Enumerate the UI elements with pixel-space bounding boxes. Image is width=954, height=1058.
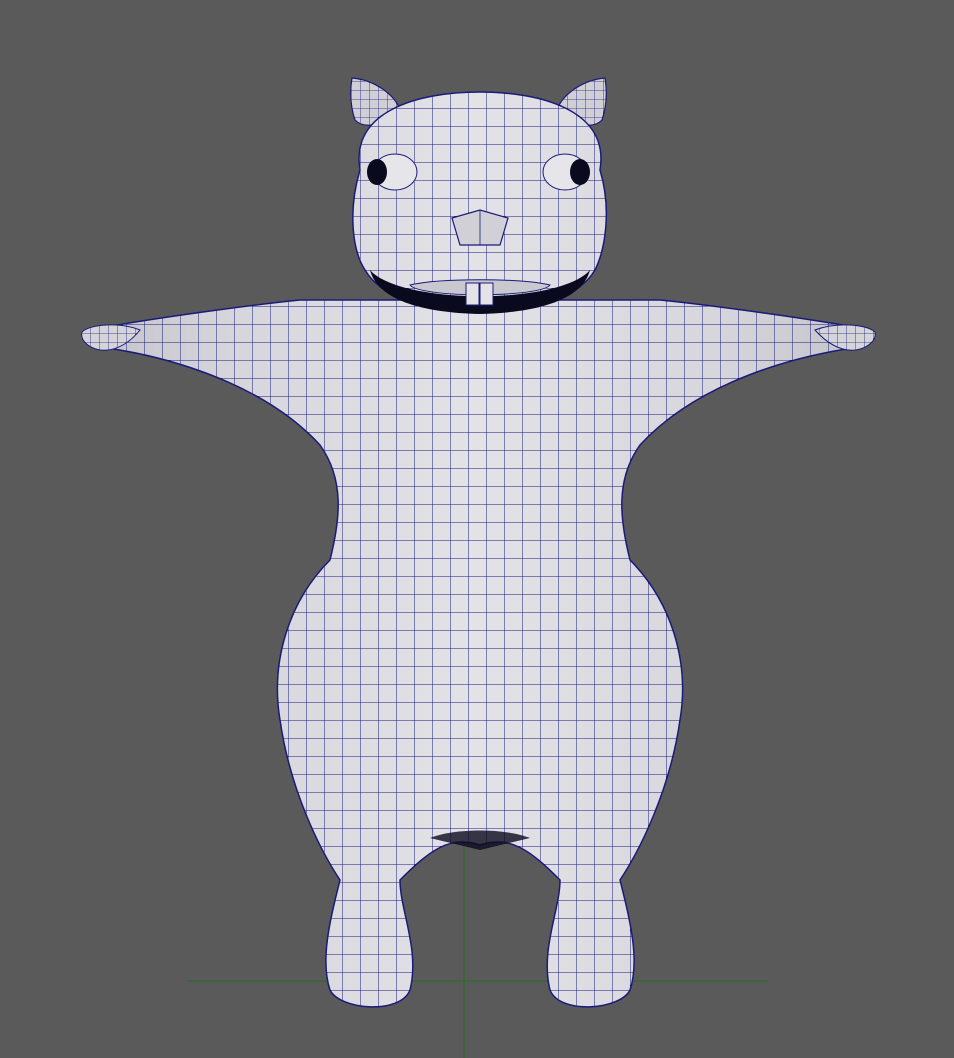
viewport-canvas[interactable] — [0, 0, 954, 1058]
teeth — [465, 282, 494, 306]
3d-viewport[interactable] — [0, 0, 954, 1058]
nose — [451, 209, 509, 246]
grid-axes — [188, 820, 768, 1058]
